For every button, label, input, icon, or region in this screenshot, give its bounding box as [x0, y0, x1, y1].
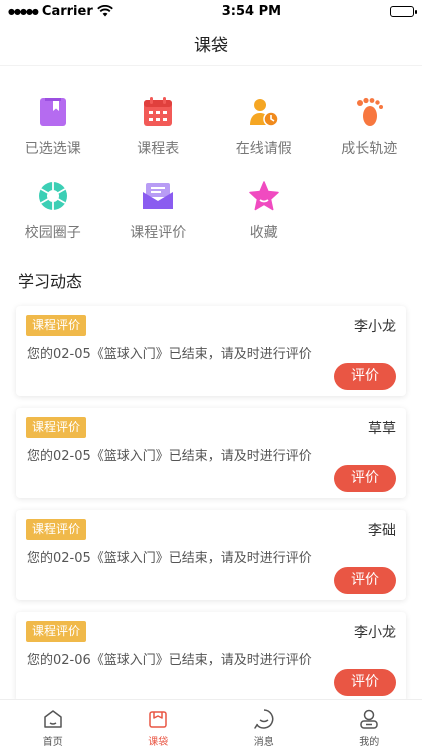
card-tag: 课程评价 [26, 315, 87, 336]
grid-item-timetable[interactable]: 课程表 [106, 96, 212, 180]
status-bar: ●●●●● Carrier 3:54 PM [0, 0, 422, 22]
signal-icon: ●●●●● [8, 6, 39, 16]
grid-label: 已选选课 [24, 141, 81, 157]
nav-bar: 课袋 [0, 22, 422, 66]
grid-label: 在线请假 [235, 141, 292, 157]
card-message: 您的02-05《篮球入门》已结束，请及时进行评价 [27, 449, 312, 464]
status-left: ●●●●● Carrier [8, 4, 113, 19]
selected-courses-icon [37, 96, 69, 128]
battery-icon [390, 5, 417, 17]
calendar-icon [142, 96, 174, 128]
activity-card[interactable]: 课程评价 李小龙 您的02-05《篮球入门》已结束，请及时进行评价 评价 [16, 306, 406, 396]
grid-label: 收藏 [249, 225, 278, 241]
evaluate-button[interactable]: 评价 [334, 363, 396, 390]
status-time: 3:54 PM [221, 3, 282, 19]
evaluate-button[interactable]: 评价 [334, 465, 396, 492]
bag-icon [149, 711, 167, 728]
card-message: 您的02-06《篮球入门》已结束，请及时进行评价 [27, 653, 312, 668]
star-icon [248, 180, 280, 212]
card-name: 李础 [368, 523, 396, 539]
activity-card[interactable]: 课程评价 草草 您的02-05《篮球入门》已结束，请及时进行评价 评价 [16, 408, 406, 498]
page-title: 课袋 [194, 36, 228, 56]
tab-label: 课袋 [148, 737, 169, 748]
tab-messages[interactable]: 消息 [211, 700, 317, 750]
grid-item-selected-courses[interactable]: 已选选课 [0, 96, 106, 180]
activity-list: 课程评价 李小龙 您的02-05《篮球入门》已结束，请及时进行评价 评价 课程评… [16, 306, 406, 714]
tab-label: 我的 [359, 737, 380, 748]
card-tag: 课程评价 [26, 621, 87, 642]
leave-request-icon [248, 96, 280, 128]
activity-card[interactable]: 课程评价 李小龙 您的02-06《篮球入门》已结束，请及时进行评价 评价 [16, 612, 406, 702]
card-tag: 课程评价 [26, 417, 87, 438]
wifi-icon [96, 5, 113, 17]
grid-item-course-evaluation[interactable]: 课程评价 [106, 180, 212, 264]
grid-label: 课程表 [137, 141, 180, 157]
grid-item-growth-track[interactable]: 成长轨迹 [317, 96, 422, 180]
card-name: 李小龙 [354, 319, 396, 335]
evaluate-button[interactable]: 评价 [334, 669, 396, 696]
card-message: 您的02-05《篮球入门》已结束，请及时进行评价 [27, 347, 312, 362]
activity-card[interactable]: 课程评价 李础 您的02-05《篮球入门》已结束，请及时进行评价 评价 [16, 510, 406, 600]
message-icon [254, 709, 274, 729]
card-tag: 课程评价 [26, 519, 87, 540]
grid-row: 校园圈子 课程评价 收藏 [0, 180, 422, 264]
card-name: 李小龙 [354, 625, 396, 641]
shutter-icon [37, 180, 69, 212]
function-grid: 已选选课 课程表 在线请假 成长轨迹 校园圈子 课程评价 收藏 [0, 96, 422, 264]
tab-label: 首页 [42, 737, 63, 748]
card-name: 草草 [368, 421, 396, 437]
evaluate-button[interactable]: 评价 [334, 567, 396, 594]
home-icon [44, 710, 62, 728]
grid-item-favorites[interactable]: 收藏 [211, 180, 317, 264]
tab-label: 消息 [253, 737, 274, 748]
footprint-icon [353, 96, 385, 128]
grid-row: 已选选课 课程表 在线请假 成长轨迹 [0, 96, 422, 180]
tab-profile[interactable]: 我的 [317, 700, 422, 750]
profile-icon [360, 709, 378, 729]
envelope-icon [142, 180, 174, 212]
grid-label: 成长轨迹 [341, 141, 398, 157]
tab-bar: 首页 课袋 消息 我的 [0, 699, 422, 750]
tab-home[interactable]: 首页 [0, 700, 106, 750]
grid-label: 课程评价 [130, 225, 187, 241]
grid-item-campus-circle[interactable]: 校园圈子 [0, 180, 106, 264]
grid-item-leave-request[interactable]: 在线请假 [211, 96, 317, 180]
carrier-label: Carrier [41, 3, 93, 19]
tab-bag[interactable]: 课袋 [106, 700, 212, 750]
card-message: 您的02-05《篮球入门》已结束，请及时进行评价 [27, 551, 312, 566]
section-title: 学习动态 [18, 272, 83, 291]
grid-label: 校园圈子 [24, 225, 81, 241]
